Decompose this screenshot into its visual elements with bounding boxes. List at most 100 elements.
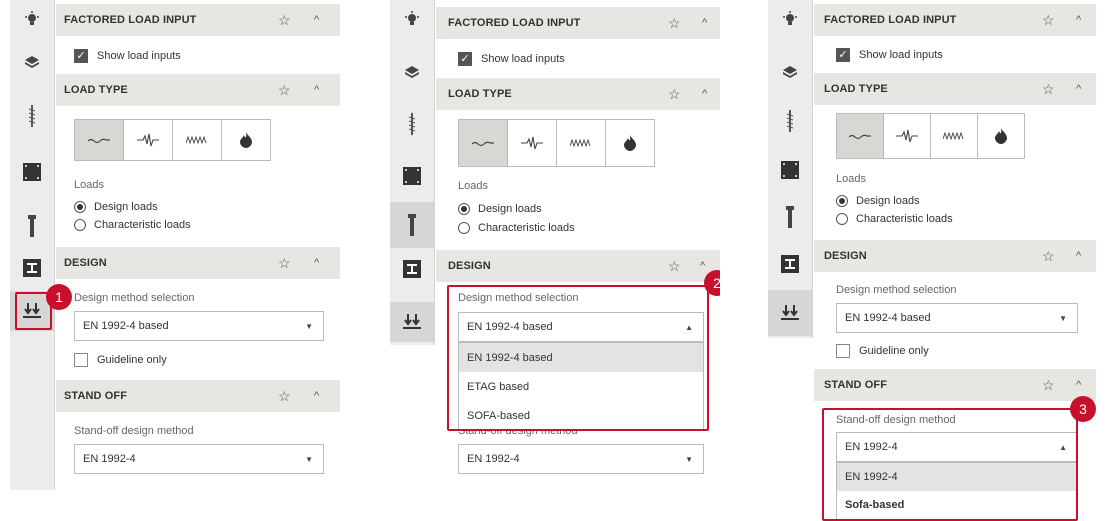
section-stand-off[interactable]: STAND OFF ☆ ^: [56, 380, 340, 412]
checkbox-unchecked[interactable]: [836, 344, 850, 358]
tab-profile[interactable]: [768, 244, 812, 284]
tab-loads[interactable]: [768, 290, 812, 336]
fatigue-wave-icon: [943, 132, 964, 140]
chevron-up-icon[interactable]: ^: [1076, 250, 1081, 262]
load-type-seismic[interactable]: [884, 114, 931, 158]
section-factored-load-input[interactable]: FACTORED LOAD INPUT ☆ ^: [814, 4, 1096, 36]
design-method-dropdown[interactable]: EN 1992-4 based ▼: [74, 311, 324, 341]
star-icon[interactable]: ☆: [668, 259, 681, 273]
load-type-static[interactable]: [459, 120, 508, 166]
checkbox-unchecked[interactable]: [74, 353, 88, 367]
tab-base-material[interactable]: [390, 52, 434, 92]
tab-anchor-bolt[interactable]: [768, 197, 812, 237]
star-icon[interactable]: ☆: [1042, 249, 1055, 263]
tab-profile[interactable]: [390, 249, 434, 289]
tab-loads[interactable]: [390, 302, 434, 342]
section-design[interactable]: DESIGN ☆ ^: [814, 240, 1096, 272]
section-factored-load-input[interactable]: FACTORED LOAD INPUT ☆ ^: [436, 7, 720, 39]
cube-icon: [25, 56, 39, 68]
section-load-type[interactable]: LOAD TYPE ☆ ^: [56, 74, 340, 106]
tab-lightbulb[interactable]: [390, 0, 434, 40]
chevron-up-icon[interactable]: ^: [314, 390, 319, 402]
load-type-fire[interactable]: [606, 120, 654, 166]
show-load-inputs-checkbox[interactable]: ✓ Show load inputs: [74, 49, 181, 63]
guideline-only-checkbox[interactable]: Guideline only: [74, 353, 167, 367]
design-method-dropdown[interactable]: EN 1992-4 based ▼: [836, 303, 1078, 333]
star-icon[interactable]: ☆: [278, 389, 291, 403]
standoff-method-dropdown[interactable]: EN 1992-4 ▼: [74, 444, 324, 474]
radio-selected[interactable]: [836, 195, 848, 207]
load-type-static[interactable]: [75, 120, 124, 160]
anchor-rod-icon: [786, 110, 794, 132]
star-icon[interactable]: ☆: [1042, 378, 1055, 392]
radio-unselected[interactable]: [836, 213, 848, 225]
section-factored-load-input[interactable]: FACTORED LOAD INPUT ☆ ^: [56, 4, 340, 36]
tab-lightbulb[interactable]: [768, 0, 812, 40]
star-icon[interactable]: ☆: [668, 87, 681, 101]
checkbox-checked[interactable]: ✓: [458, 52, 472, 66]
section-design[interactable]: DESIGN ☆ ^: [436, 250, 720, 282]
characteristic-loads-radio[interactable]: Characteristic loads: [74, 219, 191, 231]
show-load-inputs-checkbox[interactable]: ✓ Show load inputs: [458, 52, 565, 66]
radio-unselected[interactable]: [458, 222, 470, 234]
chevron-up-icon[interactable]: ^: [1076, 83, 1081, 95]
star-icon[interactable]: ☆: [668, 16, 681, 30]
section-title: LOAD TYPE: [64, 84, 128, 96]
tab-base-material[interactable]: [10, 42, 54, 82]
load-type-seismic[interactable]: [124, 120, 173, 160]
section-load-type[interactable]: LOAD TYPE ☆ ^: [814, 73, 1096, 105]
load-type-fatigue[interactable]: [931, 114, 978, 158]
load-type-seismic[interactable]: [508, 120, 557, 166]
tab-base-material[interactable]: [768, 52, 812, 92]
star-icon[interactable]: ☆: [1042, 82, 1055, 96]
chevron-up-icon[interactable]: ^: [1076, 379, 1081, 391]
checkbox-checked[interactable]: ✓: [74, 49, 88, 63]
standoff-method-dropdown[interactable]: EN 1992-4 ▼: [458, 444, 704, 474]
design-loads-radio[interactable]: Design loads: [458, 203, 542, 215]
guideline-only-checkbox[interactable]: Guideline only: [836, 344, 929, 358]
section-load-type[interactable]: LOAD TYPE ☆ ^: [436, 78, 720, 110]
tab-anchor-bolt[interactable]: [390, 202, 434, 248]
radio-selected[interactable]: [74, 201, 86, 213]
tab-baseplate[interactable]: [390, 156, 434, 196]
panel-3: FACTORED LOAD INPUT ☆ ^ ✓ Show load inpu…: [768, 0, 1096, 521]
characteristic-loads-radio[interactable]: Characteristic loads: [458, 222, 575, 234]
tab-anchor[interactable]: [768, 101, 812, 141]
design-loads-radio[interactable]: Design loads: [74, 201, 158, 213]
tab-baseplate[interactable]: [10, 152, 54, 192]
tab-lightbulb[interactable]: [10, 0, 54, 40]
tab-anchor[interactable]: [10, 96, 54, 136]
load-type-selector: [74, 119, 271, 161]
load-type-static[interactable]: [837, 114, 884, 158]
radio-selected[interactable]: [458, 203, 470, 215]
chevron-up-icon[interactable]: ^: [314, 257, 319, 269]
baseplate-icon: [403, 167, 421, 185]
star-icon[interactable]: ☆: [278, 83, 291, 97]
checkbox-checked[interactable]: ✓: [836, 48, 850, 62]
section-stand-off[interactable]: STAND OFF ☆ ^: [814, 369, 1096, 401]
radio-label: Characteristic loads: [94, 219, 191, 231]
tab-baseplate[interactable]: [768, 150, 812, 190]
tab-profile[interactable]: [10, 248, 54, 288]
characteristic-loads-radio[interactable]: Characteristic loads: [836, 213, 953, 225]
chevron-up-icon[interactable]: ^: [702, 88, 707, 100]
chevron-up-icon[interactable]: ^: [700, 260, 705, 272]
load-type-fire[interactable]: [978, 114, 1024, 158]
load-type-fatigue[interactable]: [173, 120, 222, 160]
load-type-fatigue[interactable]: [557, 120, 606, 166]
chevron-up-icon[interactable]: ^: [1076, 14, 1081, 26]
star-icon[interactable]: ☆: [278, 256, 291, 270]
static-wave-icon: [88, 138, 110, 144]
chevron-up-icon[interactable]: ^: [314, 14, 319, 26]
chevron-up-icon[interactable]: ^: [314, 84, 319, 96]
load-type-fire[interactable]: [222, 120, 270, 160]
radio-unselected[interactable]: [74, 219, 86, 231]
design-loads-radio[interactable]: Design loads: [836, 195, 920, 207]
tab-anchor[interactable]: [390, 104, 434, 144]
chevron-up-icon[interactable]: ^: [702, 17, 707, 29]
star-icon[interactable]: ☆: [1042, 13, 1055, 27]
show-load-inputs-checkbox[interactable]: ✓ Show load inputs: [836, 48, 943, 62]
section-design[interactable]: DESIGN ☆ ^: [56, 247, 340, 279]
tab-anchor-bolt[interactable]: [10, 206, 54, 246]
star-icon[interactable]: ☆: [278, 13, 291, 27]
